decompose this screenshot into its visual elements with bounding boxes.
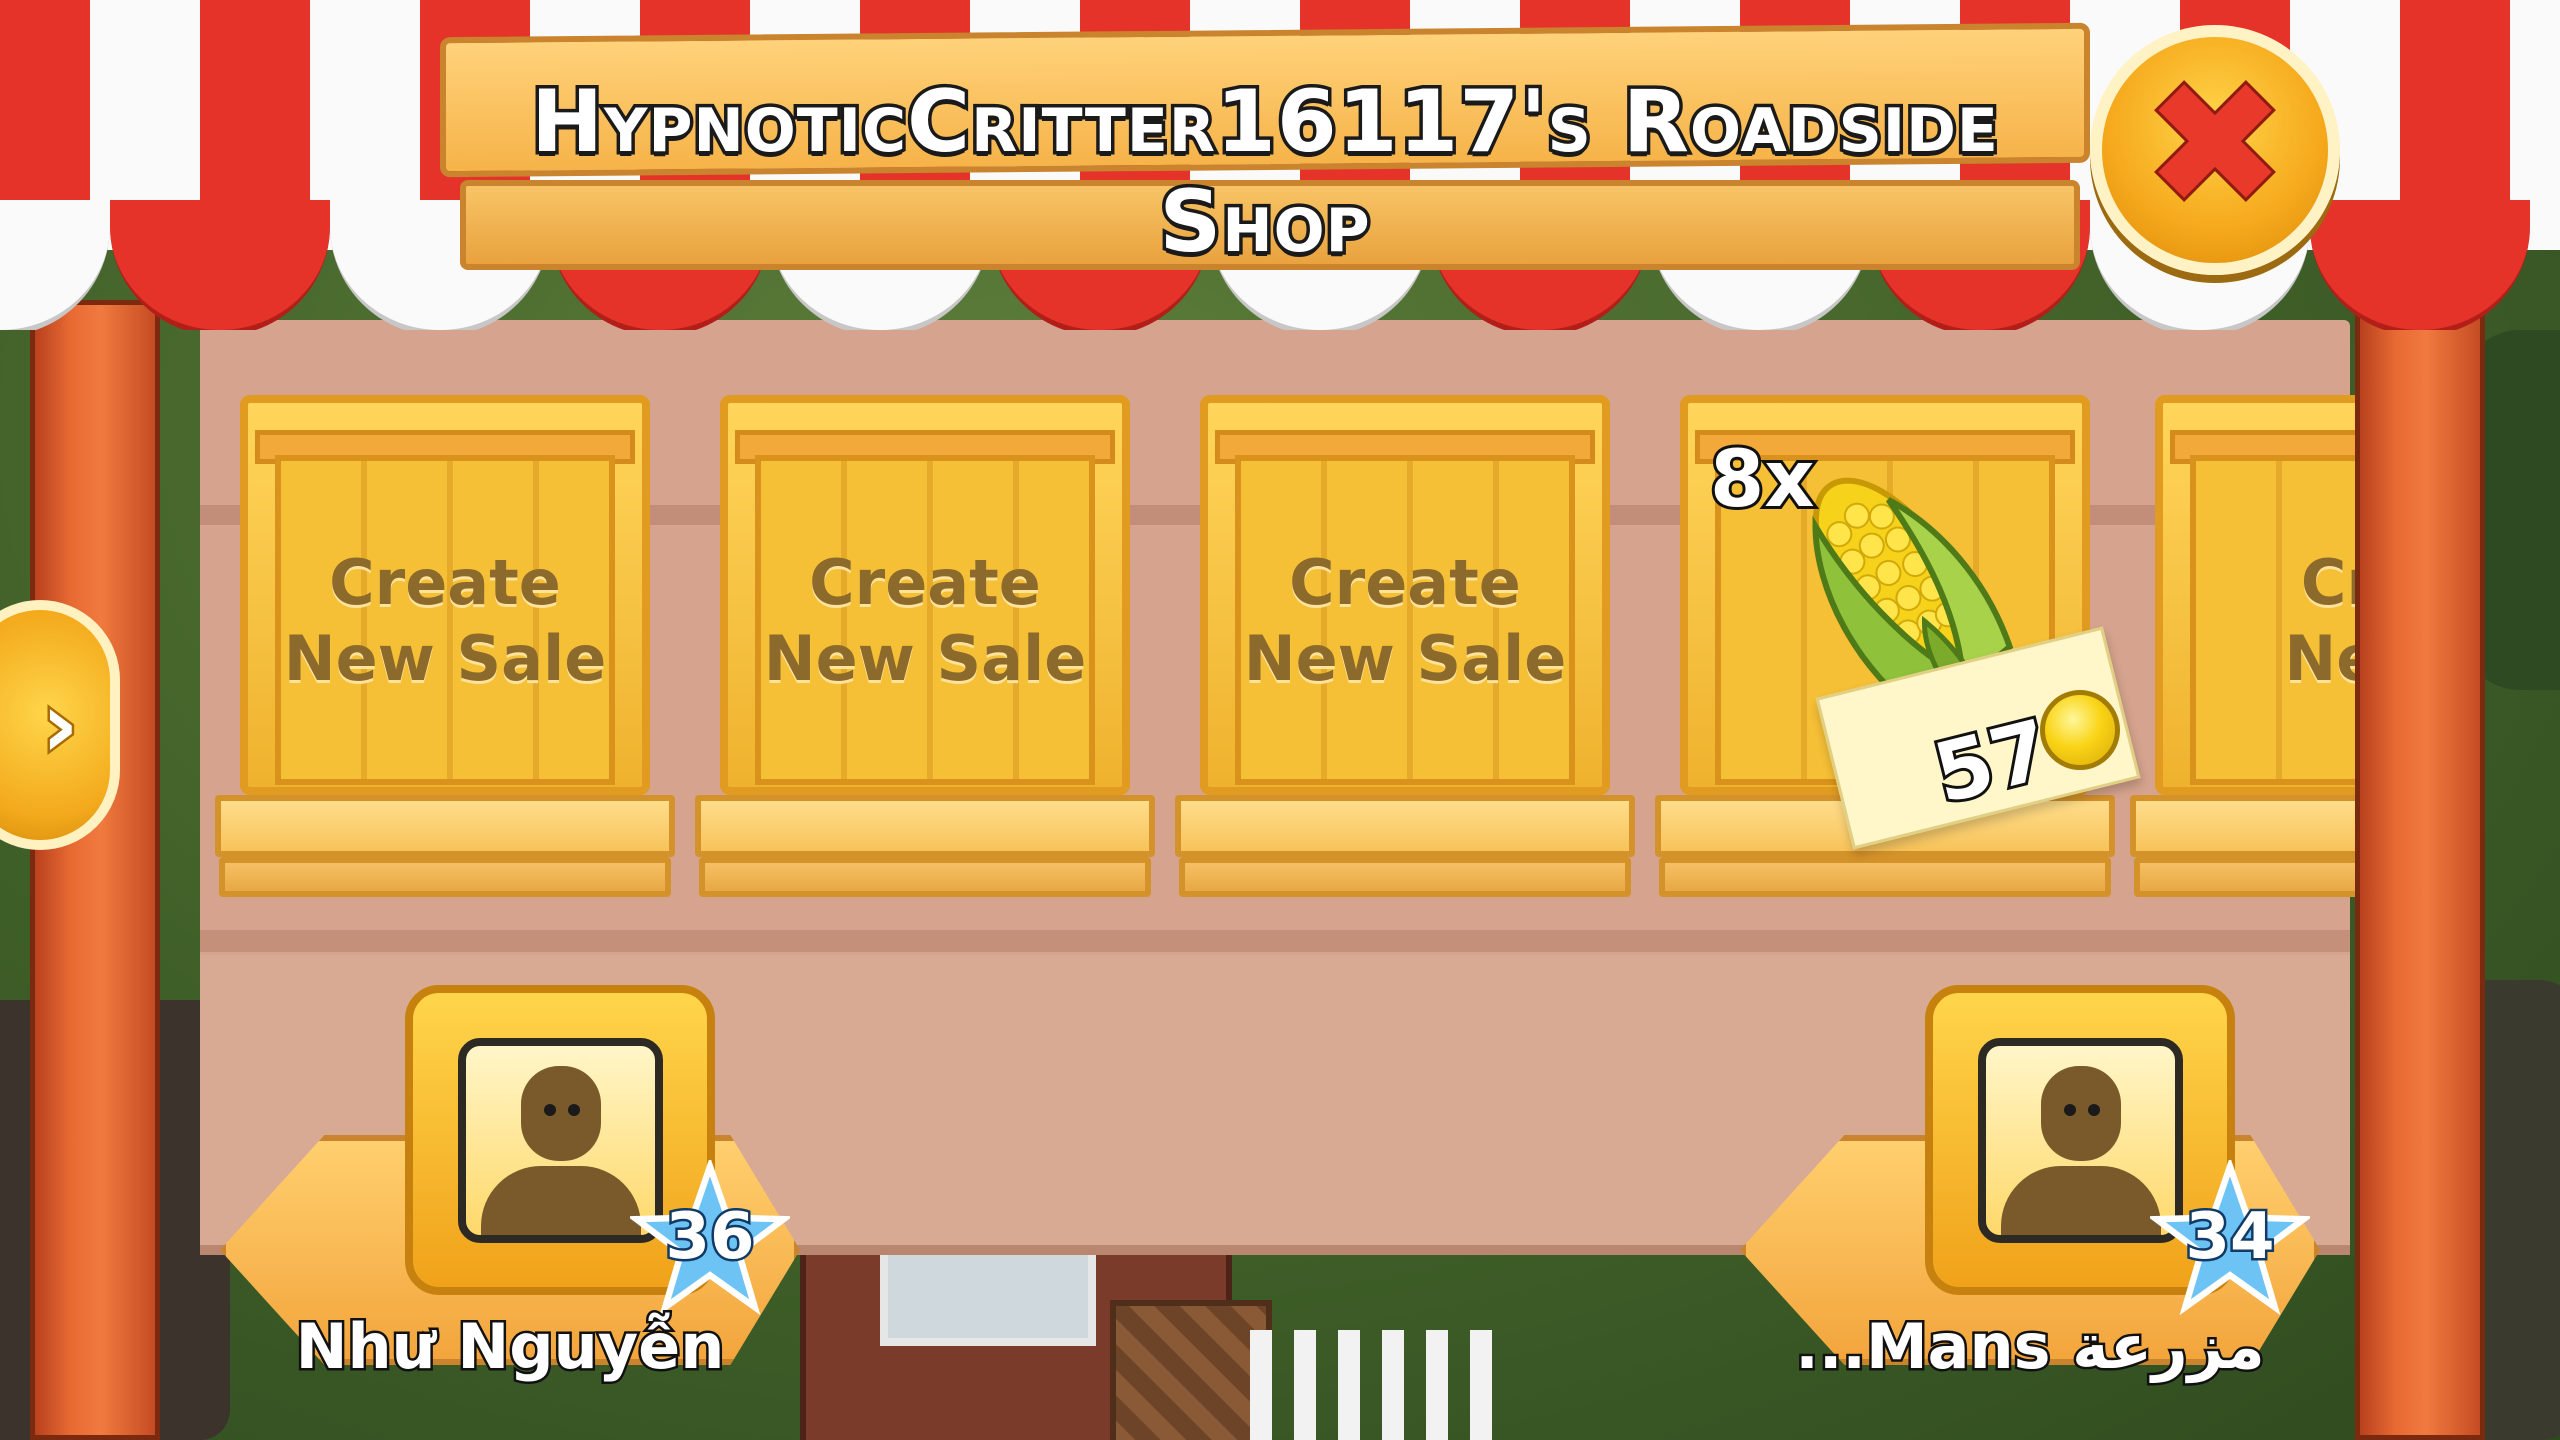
avatar-head	[2041, 1066, 2121, 1161]
crate-front-lower	[219, 857, 671, 897]
neighbor-level: 36	[663, 1198, 757, 1277]
shop-post-right	[2355, 300, 2485, 1440]
avatar-eye	[544, 1104, 556, 1116]
chevron-right-icon: ›	[39, 670, 81, 780]
neighbor-card-left[interactable]: 36 Như Nguyễn	[220, 985, 800, 1425]
background-fence	[1250, 1330, 1510, 1440]
background-barn-window	[880, 1240, 1096, 1346]
close-button[interactable]: ✖	[2090, 25, 2340, 275]
crate-front	[215, 795, 675, 857]
label-line: New Sale	[1243, 622, 1567, 695]
label-line: New	[2284, 622, 2355, 695]
neighbor-name: ...Mans مزرعة	[1793, 1308, 2267, 1386]
sale-slot-empty[interactable]: Create New Sale	[695, 395, 1155, 905]
sale-slot-empty[interactable]: Create New Sale	[215, 395, 675, 905]
label-line: New Sale	[283, 622, 607, 695]
shop-title: HypnoticCritter16117's Roadside Shop	[528, 69, 2002, 276]
shop-post-left	[30, 300, 160, 1440]
crate-front	[1175, 795, 1635, 857]
sale-slot-empty[interactable]: Cre New	[2130, 395, 2355, 905]
label-line: Create	[1289, 546, 1521, 619]
avatar-head	[521, 1066, 601, 1161]
awning-scallop	[110, 200, 330, 330]
avatar-eye	[568, 1104, 580, 1116]
sale-slot-empty[interactable]: Create New Sale	[1175, 395, 1635, 905]
avatar-body	[2001, 1166, 2161, 1235]
item-quantity: 8x	[1707, 432, 1818, 528]
crate-front-lower	[699, 857, 1151, 897]
previous-shop-button[interactable]: ›	[0, 600, 120, 850]
shop-board-counter-line	[200, 930, 2350, 952]
create-new-sale-label: Create New Sale	[1205, 545, 1605, 697]
avatar-body	[481, 1166, 641, 1235]
coin-icon	[2040, 690, 2120, 770]
neighbor-level: 34	[2183, 1198, 2277, 1277]
create-new-sale-label: Create New Sale	[245, 545, 645, 697]
awning-scallop	[2310, 200, 2530, 330]
label-line: New Sale	[763, 622, 1087, 695]
crate-front-lower	[2134, 857, 2355, 897]
close-icon: ✖	[2141, 46, 2289, 244]
avatar-eye	[2064, 1104, 2076, 1116]
create-new-sale-label: Create New Sale	[725, 545, 1125, 697]
awning-scallop	[0, 200, 110, 330]
label-line: Create	[329, 546, 561, 619]
crate-front-lower	[1659, 857, 2111, 897]
neighbor-card-right[interactable]: 34 ...Mans مزرعة	[1740, 985, 2320, 1425]
label-line: Create	[809, 546, 1041, 619]
crate-front	[2130, 795, 2355, 857]
title-banner: HypnoticCritter16117's Roadside Shop	[440, 22, 2090, 276]
create-new-sale-label: Cre New	[2160, 545, 2355, 697]
crate-front-lower	[1179, 857, 1631, 897]
background-crate	[1110, 1300, 1272, 1440]
avatar-eye	[2088, 1104, 2100, 1116]
label-line: Cre	[2300, 546, 2355, 619]
neighbor-name: Như Nguyễn	[293, 1308, 727, 1386]
crate-front	[695, 795, 1155, 857]
